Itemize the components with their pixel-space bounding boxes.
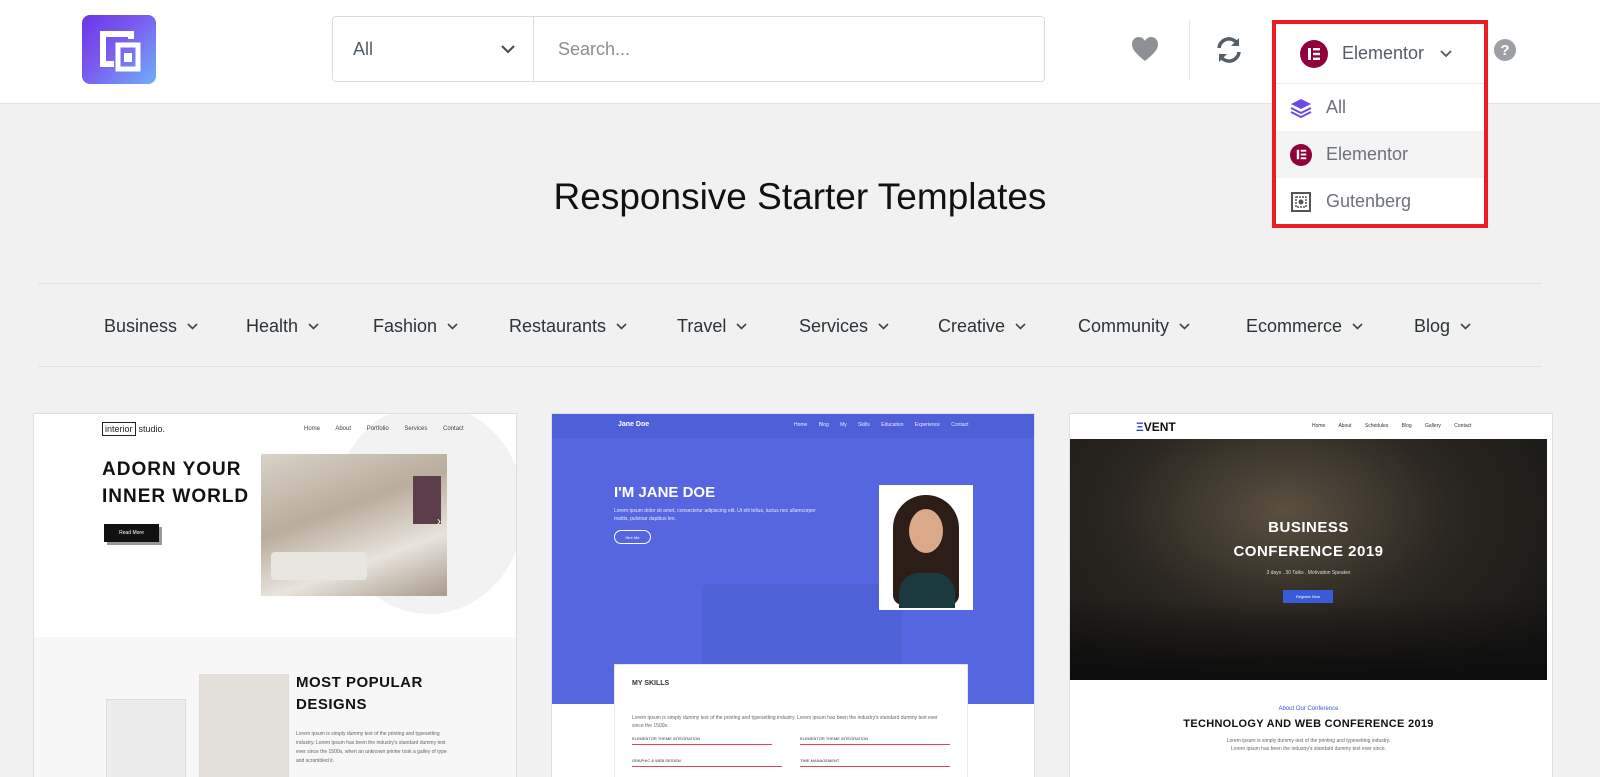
portrait-photo (879, 485, 973, 610)
category-restaurants[interactable]: Restaurants (509, 316, 627, 337)
interior-photo-small (106, 699, 186, 777)
template-card-jane-doe[interactable]: Jane Doe Home Blog My Skills Education E… (551, 413, 1035, 777)
chevron-down-icon (501, 44, 515, 53)
category-ecommerce[interactable]: Ecommerce (1246, 316, 1363, 337)
chevron-down-icon (1460, 323, 1471, 330)
chevron-down-icon (736, 323, 747, 330)
template-paragraph: Lorem ipsum is simply dummy text of the … (296, 731, 447, 764)
category-community[interactable]: Community (1078, 316, 1190, 337)
template-eyebrow: About Our Conference (1278, 706, 1339, 712)
header-divider (1189, 20, 1190, 80)
category-fashion[interactable]: Fashion (373, 316, 458, 337)
category-blog[interactable]: Blog (1414, 316, 1471, 337)
template-subheading: TECHNOLOGY AND WEB CONFERENCE 2019 (1183, 718, 1434, 730)
skill-label: TIME MANAGEMENT (800, 758, 840, 763)
template-nav: Home About Portfolio Services Contact (304, 426, 464, 432)
builder-option-elementor[interactable]: Elementor (1276, 131, 1484, 178)
chevron-down-icon (1015, 323, 1026, 330)
skill-bar (632, 766, 782, 767)
skill-label: ELEMENTOR THEME INTEGRATION (632, 736, 701, 741)
skill-bar (800, 744, 950, 745)
sync-icon[interactable] (1215, 36, 1243, 64)
category-travel[interactable]: Travel (677, 316, 747, 337)
category-creative[interactable]: Creative (938, 316, 1026, 337)
chevron-down-icon (187, 323, 198, 330)
chevron-down-icon (1352, 323, 1363, 330)
page-title: Responsive Starter Templates (553, 176, 1047, 217)
skill-bar (800, 766, 950, 767)
skill-bar (632, 744, 772, 745)
template-headline: BUSINESS CONFERENCE 2019 (1233, 519, 1384, 560)
chevron-down-icon (447, 323, 458, 330)
chevron-down-icon (308, 323, 319, 330)
app-logo[interactable] (82, 15, 156, 84)
template-button: Register Now (1283, 590, 1333, 603)
chevron-right-icon: › (437, 514, 441, 528)
skills-heading: MY SKILLS (632, 680, 670, 687)
interior-photo-small (199, 674, 289, 777)
skill-label: GRAPHIC & WEB DESIGN (632, 758, 681, 763)
template-card-interior-studio[interactable]: interior studio. Home About Portfolio Ser… (33, 413, 517, 777)
category-health[interactable]: Health (246, 316, 319, 337)
page-builder-select[interactable]: Elementor (1276, 24, 1484, 84)
layers-icon (1290, 97, 1312, 119)
template-paragraph: Lorem ipsum is simply dummy text of the … (1226, 738, 1391, 752)
chevron-down-icon (1440, 49, 1452, 57)
template-subtitle: 3 days . 30 Talks . Motivation Speaker (1266, 570, 1351, 576)
skill-label: ELEMENTOR THEME INTEGRATION (800, 736, 869, 741)
template-nav: Home Blog My Skills Education Experience… (794, 422, 969, 428)
chevron-down-icon (878, 323, 889, 330)
elementor-icon (1290, 143, 1312, 166)
category-services[interactable]: Services (799, 316, 889, 337)
template-card-event[interactable]: ΞVENT Home About Schedules Blog Gallery … (1069, 413, 1553, 777)
search-bar: All (332, 16, 1045, 82)
interior-photo: › (261, 454, 447, 596)
builder-option-all[interactable]: All (1276, 84, 1484, 131)
template-intro: Lorem ipsum dolor sit amet, consectetur … (614, 508, 816, 522)
template-paragraph: Lorem ipsum is simply dummy text of the … (632, 715, 938, 729)
template-brand: Jane Doe (618, 421, 650, 428)
chevron-down-icon (616, 323, 627, 330)
category-business[interactable]: Business (104, 316, 198, 337)
type-filter-select[interactable]: All (333, 17, 534, 81)
template-logo: interior studio. (102, 422, 165, 436)
template-button: Read More (104, 524, 159, 542)
elementor-icon (1300, 39, 1328, 68)
page-builder-current: Elementor (1342, 43, 1425, 63)
search-input[interactable] (534, 17, 1044, 81)
template-brand: ΞVENT (1136, 420, 1176, 434)
favorites-heart-icon[interactable] (1131, 36, 1161, 64)
help-icon[interactable]: ? (1494, 39, 1516, 61)
template-nav: Home About Schedules Blog Gallery Contac… (1312, 423, 1472, 429)
template-subheading: MOST POPULAR DESIGNS (296, 674, 423, 713)
template-headline: ADORN YOUR INNER WORLD (102, 459, 250, 507)
chevron-down-icon (1179, 323, 1190, 330)
template-button: Hire Me (614, 530, 651, 544)
type-filter-value: All (353, 38, 374, 59)
template-headline: I'M JANE DOE (614, 484, 716, 501)
category-nav: Business Health Fashion Restaurants Trav… (38, 283, 1542, 367)
